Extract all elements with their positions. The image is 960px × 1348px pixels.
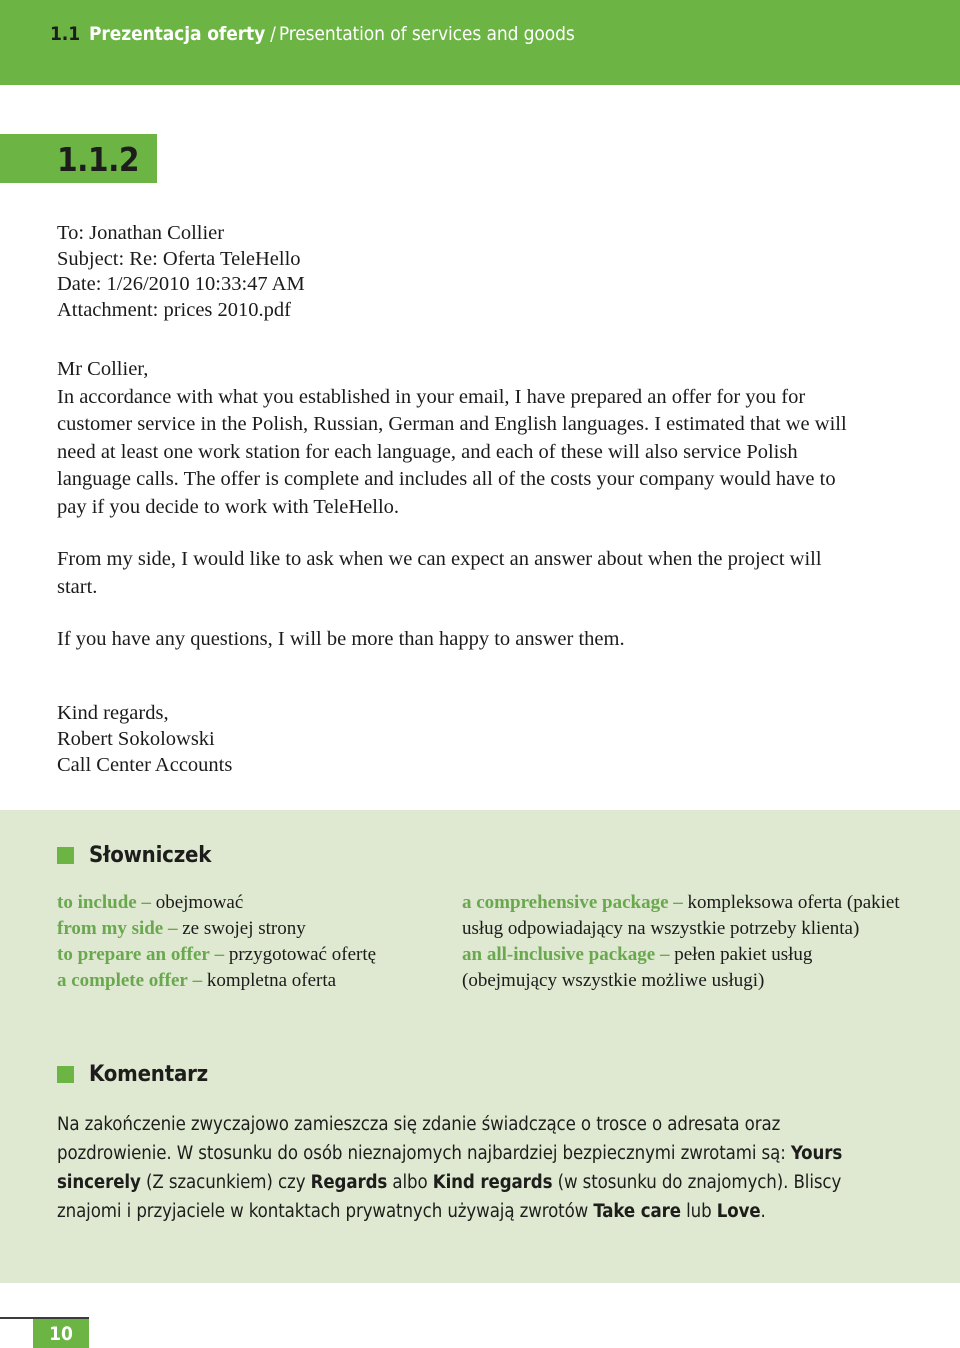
page-number: 10 bbox=[49, 1323, 73, 1345]
glossary-entry: a complete offer – kompletna oferta bbox=[57, 968, 462, 994]
glossary-term: a comprehensive package bbox=[462, 892, 669, 913]
commentary-text: Na zakończenie zwyczajowo zamieszcza się… bbox=[57, 1114, 791, 1164]
glossary-dash: – bbox=[214, 944, 225, 965]
glossary-column-right: a comprehensive package – kompleksowa of… bbox=[462, 890, 902, 994]
commentary-text: (Z szacunkiem) czy bbox=[140, 1172, 311, 1193]
running-head-title-pl: Prezentacja oferty bbox=[88, 23, 266, 45]
email-signoff: Kind regards, bbox=[57, 701, 169, 724]
glossary-definition: obejmować bbox=[155, 892, 244, 913]
glossary-term: to include bbox=[57, 892, 137, 913]
email-field-to: To: Jonathan Collier bbox=[57, 222, 225, 244]
running-head-title-en: Presentation of services and goods bbox=[278, 23, 575, 45]
glossary-entry: from my side – ze swojej strony bbox=[57, 916, 462, 942]
commentary-heading-label: Komentarz bbox=[89, 1062, 208, 1087]
commentary-body: Na zakończenie zwyczajowo zamieszcza się… bbox=[57, 1110, 857, 1226]
email-paragraph-2: From my side, I would like to ask when w… bbox=[57, 548, 822, 598]
glossary-dash: – bbox=[192, 970, 203, 991]
commentary-phrase-bold: Regards bbox=[310, 1172, 388, 1193]
glossary-dash: – bbox=[659, 944, 670, 965]
section-number-tab: 1.1.2 bbox=[0, 134, 157, 183]
glossary-heading: Słowniczek bbox=[57, 843, 211, 868]
page-number-box: 10 bbox=[33, 1319, 89, 1348]
commentary-text: albo bbox=[387, 1172, 433, 1193]
running-head-number: 1.1 bbox=[50, 23, 80, 45]
glossary-column-left: to include – obejmować from my side – ze… bbox=[57, 890, 462, 994]
glossary-body: to include – obejmować from my side – ze… bbox=[57, 890, 902, 994]
glossary-term: a complete offer bbox=[57, 970, 188, 991]
email-field-attachment: Attachment: prices 2010.pdf bbox=[57, 298, 291, 321]
glossary-entry: to prepare an offer – przygotować ofertę bbox=[57, 942, 462, 968]
glossary-dash: – bbox=[141, 892, 151, 913]
email-paragraph-1: In accordance with what you established … bbox=[57, 385, 847, 518]
email-body: Mr Collier, In accordance with what you … bbox=[57, 356, 857, 778]
glossary-definition: ze swojej strony bbox=[182, 918, 306, 939]
email-salutation: Mr Collier, bbox=[57, 358, 149, 380]
section-number-label: 1.1.2 bbox=[56, 140, 140, 179]
email-signature: Kind regards, Robert Sokolowski Call Cen… bbox=[57, 700, 857, 778]
glossary-term: from my side bbox=[57, 918, 164, 939]
glossary-dash: – bbox=[673, 892, 683, 913]
running-head-band: 1.1 Prezentacja oferty / Presentation of se… bbox=[0, 0, 960, 85]
glossary-entry: to include – obejmować bbox=[57, 890, 462, 916]
glossary-definition: kompletna oferta bbox=[206, 970, 337, 991]
glossary-term: to prepare an offer bbox=[57, 944, 210, 965]
commentary-phrase-bold: Take care bbox=[593, 1201, 681, 1222]
glossary-term: an all-inclusive package bbox=[462, 944, 656, 965]
glossary-dash: – bbox=[168, 918, 178, 939]
email-paragraph-3: If you have any questions, I will be mor… bbox=[57, 628, 625, 650]
email-header-fields: To: Jonathan Collier Subject: Re: Oferta… bbox=[57, 221, 857, 323]
email-sample: To: Jonathan Collier Subject: Re: Oferta… bbox=[57, 221, 857, 778]
email-sender-name: Robert Sokolowski bbox=[57, 727, 215, 750]
email-field-date: Date: 1/26/2010 10:33:47 AM bbox=[57, 273, 305, 295]
email-field-subject: Subject: Re: Oferta TeleHello bbox=[57, 247, 301, 270]
commentary-phrase-bold: Kind regards bbox=[432, 1172, 553, 1193]
commentary-phrase-bold: Love bbox=[716, 1201, 761, 1222]
email-sender-role: Call Center Accounts bbox=[57, 753, 233, 776]
glossary-heading-label: Słowniczek bbox=[89, 843, 212, 868]
commentary-heading: Komentarz bbox=[57, 1062, 208, 1087]
glossary-entry: an all-inclusive package – pełen pakiet … bbox=[462, 942, 902, 994]
glossary-entry: a comprehensive package – kompleksowa of… bbox=[462, 890, 902, 942]
running-head-separator: / bbox=[270, 23, 276, 45]
running-head-text: 1.1 Prezentacja oferty / Presentation of se… bbox=[50, 23, 575, 45]
glossary-definition: przygotować ofertę bbox=[228, 944, 377, 965]
green-square-icon bbox=[57, 1066, 74, 1083]
green-square-icon bbox=[57, 847, 74, 864]
commentary-text: lub bbox=[680, 1201, 717, 1222]
commentary-text: . bbox=[760, 1201, 766, 1222]
